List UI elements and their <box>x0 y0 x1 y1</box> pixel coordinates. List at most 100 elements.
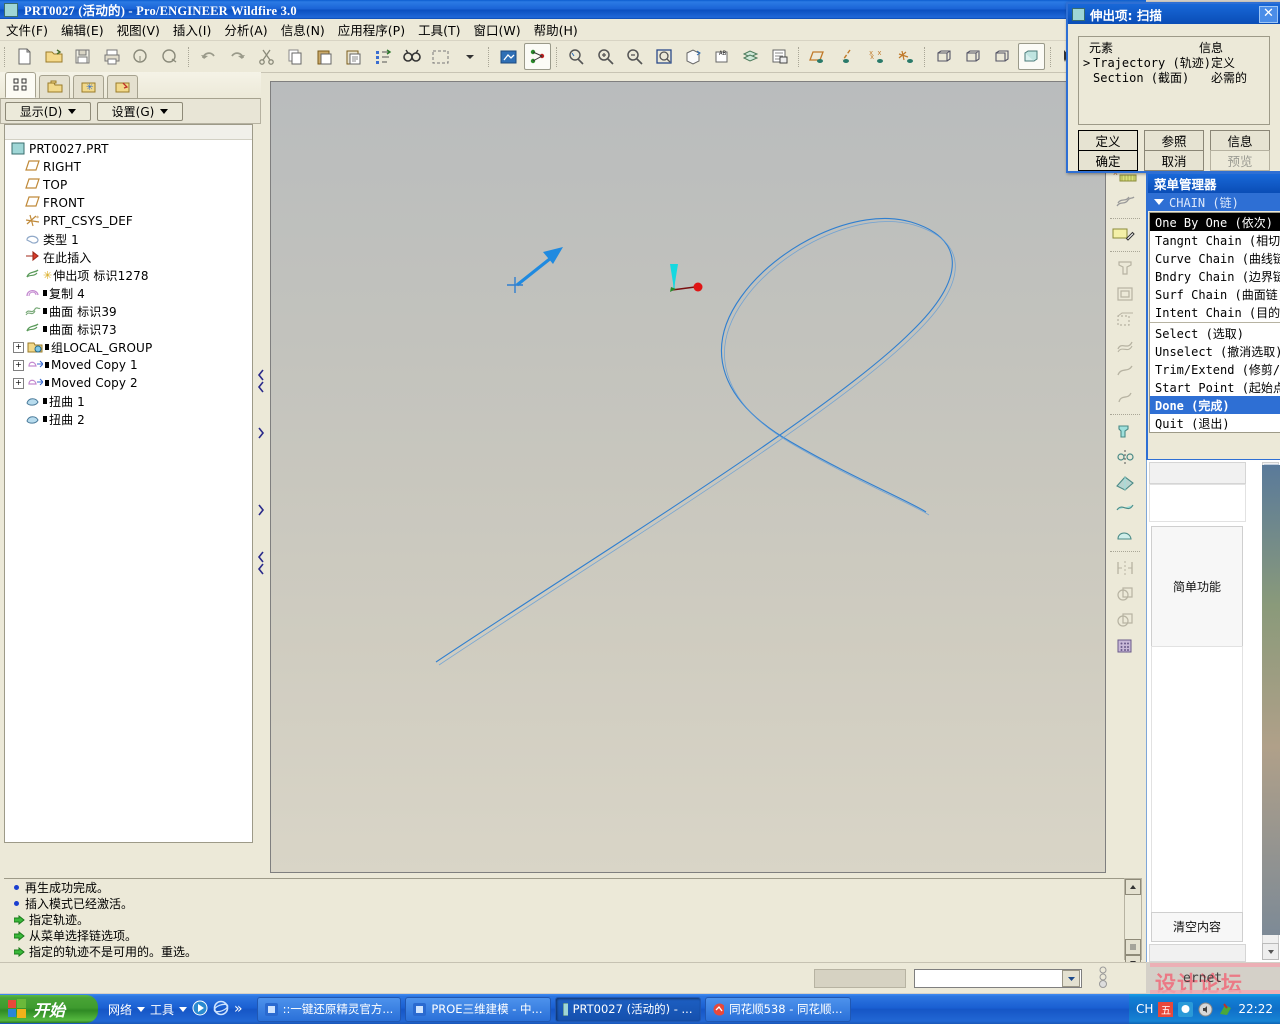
table-row[interactable]: Section (截面) 必需的 <box>1079 71 1269 86</box>
menu-tools[interactable]: 工具(T) <box>418 20 460 39</box>
viewport-edge-handles[interactable] <box>256 300 266 580</box>
network-menu[interactable]: 网络 <box>108 1001 132 1018</box>
settings-dropdown[interactable]: 设置(G) <box>97 101 183 121</box>
ime-indicator[interactable]: CH <box>1136 1002 1153 1016</box>
element-list[interactable]: 元素 信息 > Trajectory (轨迹) 定义 Section (截面) … <box>1078 36 1270 125</box>
tree-item-在此插入[interactable]: 在此插入 <box>5 248 252 266</box>
pattern-icon[interactable] <box>1111 633 1139 658</box>
regenerate-icon[interactable] <box>369 43 396 70</box>
favorites-icon[interactable]: ✳ <box>73 75 104 98</box>
tree-item-right[interactable]: RIGHT <box>5 158 252 176</box>
table-row[interactable]: > Trajectory (轨迹) 定义 <box>1079 56 1269 71</box>
tools-menu[interactable]: 工具 <box>150 1001 174 1018</box>
clock[interactable]: 22:22 <box>1238 1002 1273 1016</box>
open-folder-icon[interactable] <box>40 43 67 70</box>
repaint-icon[interactable] <box>563 43 590 70</box>
chevron-down-icon[interactable] <box>137 1006 146 1012</box>
model-player-icon[interactable] <box>766 43 793 70</box>
trim-icon[interactable] <box>1111 607 1139 632</box>
ime-icon[interactable]: 五 <box>1158 1001 1174 1017</box>
merge-icon[interactable] <box>1111 581 1139 606</box>
antivirus-icon[interactable] <box>1218 1002 1233 1017</box>
menu-item-select[interactable]: Select (选取) <box>1150 324 1280 342</box>
task-button-restore-wizard[interactable]: ::一键还原精灵官方... <box>256 996 402 1022</box>
menu-file[interactable]: 文件(F) <box>6 20 48 39</box>
folder-browser-icon[interactable] <box>39 75 70 98</box>
info-button[interactable]: 信息 <box>1210 130 1270 151</box>
print-preview-icon[interactable] <box>127 43 154 70</box>
zoom-in-icon[interactable] <box>592 43 619 70</box>
datum-plane-display-icon[interactable] <box>524 43 551 70</box>
chevron-down-icon[interactable] <box>1062 969 1080 987</box>
message-scrollbar[interactable] <box>1124 878 1142 971</box>
define-button[interactable]: 定义 <box>1078 130 1138 151</box>
task-button-tonghuashun[interactable]: 同花顺538 - 同花顺... <box>704 996 851 1022</box>
draft-icon[interactable] <box>1111 522 1139 547</box>
tree-item-prt_csys_def[interactable]: * PRT_CSYS_DEF <box>5 212 252 230</box>
named-view-icon[interactable]: AB <box>708 43 735 70</box>
message-log[interactable]: 再生成功完成。 插入模式已经激活。 指定轨迹。 从菜单选择链选项。 指定的轨迹不是可用的… <box>4 878 1126 959</box>
tree-item-扭曲-2[interactable]: 扭曲 2 <box>5 410 252 428</box>
menu-view[interactable]: 视图(V) <box>117 20 160 39</box>
model-tree-icon[interactable] <box>5 72 36 98</box>
mirror-icon[interactable] <box>1111 555 1139 580</box>
point-display-icon[interactable]: x xx <box>863 43 890 70</box>
sketch-tool-icon[interactable] <box>1111 222 1139 247</box>
tree-item-moved-copy-2[interactable]: + Moved Copy 2 <box>5 374 252 392</box>
undo-icon[interactable] <box>195 43 222 70</box>
chamfer-icon[interactable] <box>1111 444 1139 469</box>
datum-axis-icon[interactable] <box>1111 189 1139 214</box>
revolve-icon[interactable] <box>1111 281 1139 306</box>
tree-item-top[interactable]: TOP <box>5 176 252 194</box>
menu-manager-submenu[interactable]: CHAIN (链) <box>1148 193 1280 211</box>
menu-item-intent[interactable]: Intent Chain (目的链) <box>1150 303 1280 321</box>
menu-window[interactable]: 窗口(W) <box>473 20 520 39</box>
value-input-field[interactable] <box>915 970 1061 986</box>
ok-button[interactable]: 确定 <box>1078 150 1138 171</box>
menu-edit[interactable]: 编辑(E) <box>61 20 104 39</box>
tree-item-复制-4[interactable]: 复制 4 <box>5 284 252 302</box>
plane-display-icon[interactable] <box>805 43 832 70</box>
tree-item-曲面-标识73[interactable]: 曲面 标识73 <box>5 320 252 338</box>
cancel-button[interactable]: 取消 <box>1144 150 1204 171</box>
tree-expander[interactable]: + <box>13 341 24 353</box>
tree-item-prt0027-prt[interactable]: PRT0027.PRT <box>5 140 252 158</box>
menu-item-done[interactable]: Done (完成) <box>1150 396 1280 414</box>
redo-icon[interactable] <box>224 43 251 70</box>
chevron-down-icon[interactable] <box>179 1006 188 1012</box>
menu-info[interactable]: 信息(N) <box>281 20 325 39</box>
paste-icon[interactable] <box>311 43 338 70</box>
shading-icon[interactable] <box>1018 43 1045 70</box>
shell-icon[interactable] <box>1111 470 1139 495</box>
paste-special-icon[interactable] <box>340 43 367 70</box>
render-icon[interactable] <box>495 43 522 70</box>
value-input[interactable] <box>914 968 1082 988</box>
tree-item-moved-copy-1[interactable]: + Moved Copy 1 <box>5 356 252 374</box>
menu-applications[interactable]: 应用程序(P) <box>338 20 405 39</box>
tree-item-曲面-标识39[interactable]: 曲面 标识39 <box>5 302 252 320</box>
show-dropdown[interactable]: 显示(D) <box>5 101 91 121</box>
scroll-up-button[interactable] <box>1125 879 1141 895</box>
menu-help[interactable]: 帮助(H) <box>534 20 578 39</box>
round-icon[interactable] <box>1111 418 1139 443</box>
task-button-prt0027[interactable]: PRT0027 (活动的) - ... <box>554 996 701 1022</box>
menu-analysis[interactable]: 分析(A) <box>224 20 267 39</box>
menu-item-quit[interactable]: Quit (退出) <box>1150 414 1280 432</box>
mail-icon[interactable] <box>156 43 183 70</box>
sweep-blend-icon[interactable] <box>1111 307 1139 332</box>
zoom-out-icon[interactable] <box>621 43 648 70</box>
tree-item-类型-1[interactable]: 类型 1 <box>5 230 252 248</box>
no-hidden-icon[interactable] <box>989 43 1016 70</box>
tree-item-组local_group[interactable]: + 组LOCAL_GROUP <box>5 338 252 356</box>
model-tree[interactable]: PRT0027.PRT RIGHT TOP FRONT * PRT_CSYS_DEF 类型 … <box>4 124 253 843</box>
menu-item-one[interactable]: One By One (依次) <box>1150 213 1280 231</box>
menu-item-trimextend[interactable]: Trim/Extend (修剪/延伸) <box>1150 360 1280 378</box>
tree-expander[interactable]: + <box>13 359 24 371</box>
rib-icon[interactable] <box>1111 496 1139 521</box>
wireframe-icon[interactable] <box>931 43 958 70</box>
tree-item-伸出项-标识1278[interactable]: ✳ 伸出项 标识1278 <box>5 266 252 284</box>
refit-icon[interactable] <box>650 43 677 70</box>
tree-item-front[interactable]: FRONT <box>5 194 252 212</box>
menu-item-curve[interactable]: Curve Chain (曲线链) <box>1150 249 1280 267</box>
bg-scroll-down-button[interactable] <box>1262 943 1279 960</box>
